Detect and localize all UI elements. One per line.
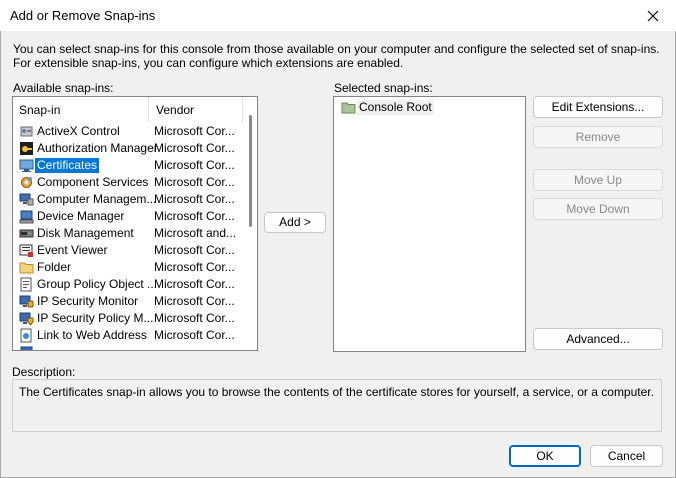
snapin-vendor: Microsoft Cor... [154,243,235,257]
available-snapins-label: Available snap-ins: [13,81,114,95]
snapin-name: Disk Management [37,226,134,240]
snapin-name: Device Manager [37,209,125,223]
move-up-button[interactable]: Move Up [533,169,663,191]
description-label: Description: [12,365,76,379]
group-policy-icon [20,277,32,292]
ok-button[interactable]: OK [509,445,581,467]
list-item-folder[interactable]: Folder Microsoft Cor... [13,259,243,276]
advanced-button[interactable]: Advanced... [533,328,663,350]
list-item-group-policy-object[interactable]: Group Policy Object ... Microsoft Cor... [13,276,243,293]
close-icon [647,10,659,21]
component-services-icon [21,177,32,188]
snapin-vendor: Microsoft Cor... [154,294,235,308]
folder-icon [19,262,34,274]
available-snapins-list[interactable]: Snap-in Vendor ActiveX Control Microsoft… [12,96,258,351]
event-viewer-icon [19,244,33,257]
disk-management-icon [19,229,34,238]
authorization-icon [20,142,33,155]
title-bar: Add or Remove Snap-ins [0,0,676,31]
list-item-computer-management[interactable]: Computer Managem... Microsoft Cor... [13,191,243,208]
remove-button[interactable]: Remove [533,126,663,148]
snapin-vendor: Microsoft Cor... [154,158,235,172]
selected-item-console-root[interactable]: Console Root [340,99,520,116]
snapin-vendor: Microsoft Cor... [154,209,235,223]
intro-text: You can select snap-ins for this console… [13,42,660,70]
snapin-name: Link to Web Address [37,328,147,342]
snapin-vendor: Microsoft Cor... [154,124,235,138]
snapin-name: Component Services [37,175,149,189]
close-button[interactable] [630,0,676,31]
link-web-icon [20,328,32,343]
selected-snapins-label: Selected snap-ins: [334,81,433,95]
list-item-link-to-web-address[interactable]: Link to Web Address Microsoft Cor... [13,327,243,344]
description-text: The Certificates snap-in allows you to b… [19,385,654,399]
selected-snapins-list[interactable]: Console Root [333,96,526,352]
snapin-name: Group Policy Object ... [37,277,158,291]
list-header: Snap-in Vendor [13,97,243,122]
list-item-partial[interactable] [13,344,243,350]
snapin-name: IP Security Monitor [37,294,139,308]
scrollbar-thumb[interactable] [249,115,252,227]
snapin-name: Certificates [35,158,100,173]
list-item-ip-security-monitor[interactable]: IP Security Monitor Microsoft Cor... [13,293,243,310]
add-button[interactable]: Add > [264,212,326,233]
list-item-ip-security-policy[interactable]: IP Security Policy M... Microsoft Cor... [13,310,243,327]
ip-security-policy-icon [19,312,34,326]
snapin-name: ActiveX Control [37,124,120,138]
snapin-name: Authorization Manager [37,141,158,155]
snapin-vendor: Microsoft Cor... [154,311,235,325]
list-item-event-viewer[interactable]: Event Viewer Microsoft Cor... [13,242,243,259]
list-item-authorization-manager[interactable]: Authorization Manager Microsoft Cor... [13,140,243,157]
snapin-name: IP Security Policy M... [37,311,154,325]
list-item-activex-control[interactable]: ActiveX Control Microsoft Cor... [13,123,243,140]
snapin-name: Computer Managem... [37,192,157,206]
computer-management-icon [19,193,34,206]
vertical-scrollbar[interactable] [243,97,257,350]
description-box: The Certificates snap-in allows you to b… [12,379,662,432]
edit-extensions-button[interactable]: Edit Extensions... [533,96,663,118]
device-manager-icon [19,210,34,224]
snapin-vendor: Microsoft Cor... [154,192,235,206]
snapin-vendor: Microsoft Cor... [154,141,235,155]
folder-icon [341,102,356,114]
window-title: Add or Remove Snap-ins [10,8,156,23]
list-item-component-services[interactable]: Component Services Microsoft Cor... [13,174,243,191]
partial-item-icon [20,346,33,350]
column-header-vendor[interactable]: Vendor [150,97,243,122]
list-item-certificates[interactable]: Certificates Microsoft Cor... [13,157,243,174]
snapin-vendor: Microsoft and... [154,226,237,240]
activex-icon [20,126,33,137]
column-header-snapin[interactable]: Snap-in [13,97,149,122]
move-down-button[interactable]: Move Down [533,198,663,220]
snapin-vendor: Microsoft Cor... [154,328,235,342]
snapin-vendor: Microsoft Cor... [154,175,235,189]
cancel-button[interactable]: Cancel [590,445,663,467]
snapin-vendor: Microsoft Cor... [154,260,235,274]
list-item-device-manager[interactable]: Device Manager Microsoft Cor... [13,208,243,225]
certificates-icon [19,159,34,172]
snapin-vendor: Microsoft Cor... [154,277,235,291]
list-item-disk-management[interactable]: Disk Management Microsoft and... [13,225,243,242]
ip-security-monitor-icon [19,295,34,308]
snapin-name: Folder [37,260,72,274]
selected-item-label: Console Root [357,100,434,115]
snapin-name: Event Viewer [37,243,108,257]
